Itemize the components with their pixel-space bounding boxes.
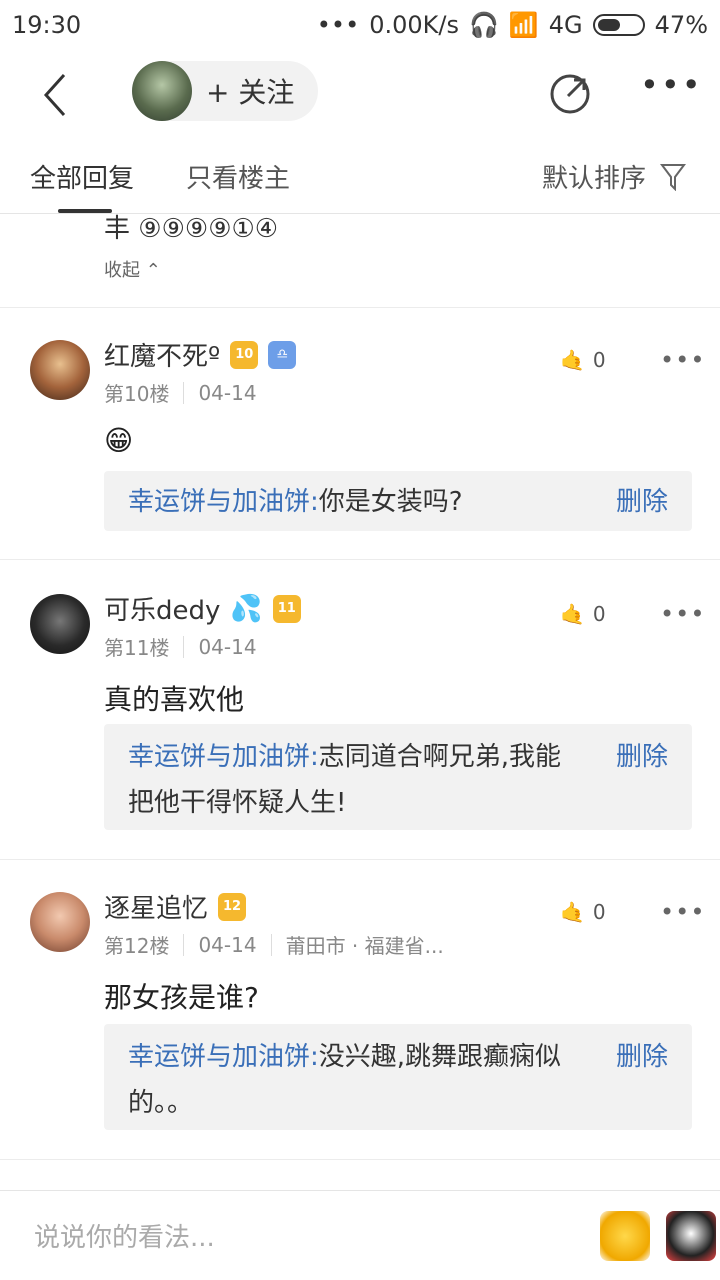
post-meta: 第12楼 04-14 莆田市 · 福建省... — [104, 930, 444, 959]
floor-number: 第12楼 — [104, 934, 170, 958]
reply-post: 可乐dedy 💦 11 第11楼 04-14 🤙 0 ••• 真的喜欢他 幸运饼… — [0, 560, 720, 860]
floor-number: 第11楼 — [104, 636, 170, 660]
collapse-button[interactable]: 收起 ⌃ — [104, 256, 161, 282]
post-content: 真的喜欢他 — [104, 683, 245, 716]
delete-button[interactable]: 删除 — [616, 1034, 668, 1080]
user-name[interactable]: 红魔不死º — [104, 336, 220, 373]
tab-all-replies[interactable]: 全部回复 — [30, 158, 134, 195]
sort-button[interactable]: 默认排序 — [542, 158, 686, 195]
reply-post: 红魔不死º 10 ♎ 第10楼 04-14 🤙 0 ••• 😁 幸运饼与加油饼:… — [0, 308, 720, 560]
network-speed: 0.00K/s — [369, 11, 459, 39]
like-button[interactable]: 🤙 0 — [560, 900, 606, 924]
status-time: 19:30 — [12, 11, 82, 39]
user-name[interactable]: 可乐dedy — [104, 590, 220, 627]
reply-tabs: 全部回复 只看楼主 默认排序 — [0, 140, 720, 214]
floor-number: 第10楼 — [104, 382, 170, 406]
like-button[interactable]: 🤙 0 — [560, 602, 606, 626]
meta-divider — [270, 933, 272, 956]
sort-label: 默认排序 — [541, 164, 646, 194]
post-date: 04-14 — [198, 380, 257, 405]
post-more-icon[interactable]: ••• — [660, 346, 705, 374]
comment-bar: 说说你的看法... — [0, 1190, 720, 1280]
like-count: 0 — [592, 348, 606, 372]
battery-icon — [592, 14, 645, 36]
sub-reply-user[interactable]: 幸运饼与加油饼: — [128, 487, 319, 517]
sub-reply-user[interactable]: 幸运饼与加油饼: — [128, 742, 319, 772]
sub-reply[interactable]: 幸运饼与加油饼:你是女装吗? 删除 — [104, 471, 692, 531]
reply-post: 逐星追忆 12 第12楼 04-14 莆田市 · 福建省... 🤙 0 ••• … — [0, 860, 720, 1160]
post-content: 那女孩是谁? — [104, 981, 259, 1014]
previous-reply-text: 丰 ⑨⑨⑨⑨①④ — [104, 214, 279, 244]
post-date: 04-14 — [198, 634, 257, 659]
post-meta: 第11楼 04-14 — [104, 632, 257, 661]
post-more-icon[interactable]: ••• — [660, 600, 705, 628]
delete-button[interactable]: 删除 — [616, 479, 668, 525]
level-badge: 12 — [218, 892, 247, 921]
filter-icon — [660, 163, 686, 191]
meta-divider — [183, 635, 185, 658]
user-avatar[interactable] — [30, 340, 90, 400]
sub-reply-text: 你是女装吗? — [318, 487, 463, 517]
libra-icon: ♎ — [268, 340, 297, 369]
meta-divider — [183, 381, 185, 404]
like-count: 0 — [592, 900, 606, 924]
level-badge: 10 — [230, 340, 259, 369]
like-count: 0 — [592, 602, 606, 626]
status-dots: ••• — [316, 11, 360, 39]
tab-only-op[interactable]: 只看楼主 — [186, 158, 290, 195]
like-button[interactable]: 🤙 0 — [560, 348, 606, 372]
previous-reply-tail: 丰 ⑨⑨⑨⑨①④ 收起 ⌃ — [0, 214, 720, 308]
like-icon: 🤙 — [560, 348, 585, 372]
headphone-icon: 🎧 — [469, 11, 499, 39]
like-icon: 🤙 — [560, 900, 585, 924]
delete-button[interactable]: 删除 — [616, 734, 668, 780]
sub-reply[interactable]: 幸运饼与加油饼:没兴趣,跳舞跟癫痫似的。。 删除 — [104, 1024, 692, 1130]
status-bar: 19:30 ••• 0.00K/s 🎧 📶 4G 47% — [0, 0, 720, 50]
follow-button[interactable]: + 关注 — [132, 61, 318, 121]
panda-sticker-icon[interactable] — [666, 1211, 716, 1261]
sub-reply-user[interactable]: 幸运饼与加油饼: — [128, 1042, 319, 1072]
post-location: 莆田市 · 福建省... — [285, 934, 444, 958]
share-icon[interactable] — [548, 72, 592, 116]
signal-icon: 📶 — [508, 11, 539, 39]
user-avatar[interactable] — [30, 892, 90, 952]
user-name-row: 可乐dedy 💦 11 — [104, 590, 301, 627]
back-icon[interactable] — [36, 70, 76, 120]
user-name[interactable]: 逐星追忆 — [104, 888, 208, 925]
like-icon: 🤙 — [560, 602, 585, 626]
top-nav: + 关注 ••• — [0, 50, 720, 140]
sub-reply[interactable]: 幸运饼与加油饼:志同道合啊兄弟,我能把他干得怀疑人生! 删除 — [104, 724, 692, 830]
emoji-sticker-icon[interactable] — [600, 1211, 650, 1261]
battery-percent: 47% — [654, 11, 708, 39]
droplet-icon: 💦 — [230, 593, 263, 624]
level-badge: 11 — [272, 594, 301, 623]
status-right: ••• 0.00K/s 🎧 📶 4G 47% — [317, 11, 708, 39]
meta-divider — [183, 933, 185, 956]
author-avatar[interactable] — [132, 61, 192, 121]
follow-label: + 关注 — [206, 76, 295, 109]
network-type: 4G — [548, 11, 583, 39]
user-name-row: 逐星追忆 12 — [104, 888, 247, 925]
post-date: 04-14 — [198, 932, 257, 957]
post-more-icon[interactable]: ••• — [660, 898, 705, 926]
post-meta: 第10楼 04-14 — [104, 378, 257, 407]
post-content: 😁 — [104, 424, 134, 457]
comment-input[interactable]: 说说你的看法... — [34, 1217, 215, 1254]
more-icon[interactable]: ••• — [640, 69, 701, 101]
user-avatar[interactable] — [30, 594, 90, 654]
user-name-row: 红魔不死º 10 ♎ — [104, 336, 297, 373]
